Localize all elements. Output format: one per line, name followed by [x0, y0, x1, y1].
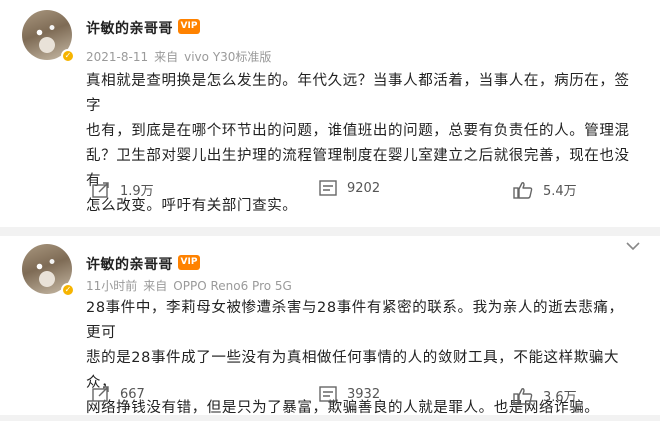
post-meta: 11小时前 来自 OPPO Reno6 Pro 5G — [86, 277, 298, 294]
like-button[interactable]: 3.6万 — [513, 386, 577, 405]
comment-button[interactable]: 3932 — [319, 386, 380, 402]
share-count: 667 — [120, 386, 145, 402]
verified-badge-icon: ✓ — [61, 283, 75, 297]
author-name[interactable]: 许敏的亲哥哥 — [86, 254, 173, 274]
chevron-down-icon[interactable] — [626, 242, 640, 251]
comment-count: 3932 — [347, 386, 381, 402]
comment-count: 9202 — [347, 180, 381, 196]
comment-icon — [319, 386, 337, 402]
share-icon — [92, 181, 109, 198]
like-count: 3.6万 — [543, 390, 577, 405]
source-device[interactable]: vivo Y30标准版 — [184, 50, 271, 64]
source-prefix: 来自 — [154, 50, 179, 64]
thumbs-up-icon — [513, 181, 533, 199]
post-date[interactable]: 2021-8-11 — [86, 50, 148, 64]
author-name[interactable]: 许敏的亲哥哥 — [86, 18, 173, 38]
action-bar: 667 3932 3.6万 — [0, 386, 660, 416]
share-button[interactable]: 667 — [92, 386, 145, 402]
vip-badge-icon[interactable]: VIP — [178, 255, 200, 270]
like-count: 5.4万 — [543, 184, 577, 199]
content-line: 28事件中，李莉母女被惨遭杀害与28事件有紧密的联系。我为亲人的逝去悲痛，更可 — [86, 300, 624, 341]
verified-badge-icon: ✓ — [61, 49, 75, 63]
weibo-post-2: ✓ 许敏的亲哥哥 VIP 11小时前 来自 OPPO Reno6 Pro 5G 28… — [0, 236, 660, 416]
share-button[interactable]: 1.9万 — [92, 180, 154, 199]
post-date[interactable]: 11小时前 — [86, 279, 137, 293]
thumbs-up-icon — [513, 387, 533, 405]
weibo-post-1: ✓ 许敏的亲哥哥 VIP 2021-8-11 来自 vivo Y30标准版 真相就是… — [0, 0, 660, 227]
vip-badge-icon[interactable]: VIP — [178, 19, 200, 34]
comment-icon — [319, 180, 337, 196]
source-device[interactable]: OPPO Reno6 Pro 5G — [173, 279, 292, 293]
action-bar: 1.9万 9202 5.4万 — [0, 180, 660, 210]
share-count: 1.9万 — [120, 184, 154, 199]
content-line: 真相就是查明换是怎么发生的。年代久远？当事人都活着，当事人在，病历在，签字 — [86, 73, 630, 114]
like-button[interactable]: 5.4万 — [513, 180, 577, 199]
share-icon — [92, 386, 109, 402]
source-prefix: 来自 — [143, 279, 168, 293]
post-meta: 2021-8-11 来自 vivo Y30标准版 — [86, 48, 277, 65]
comment-button[interactable]: 9202 — [319, 180, 380, 196]
content-line: 也有，到底是在哪个环节出的问题，谁值班出的问题，总要有负责任的人。管理混 — [86, 123, 630, 139]
